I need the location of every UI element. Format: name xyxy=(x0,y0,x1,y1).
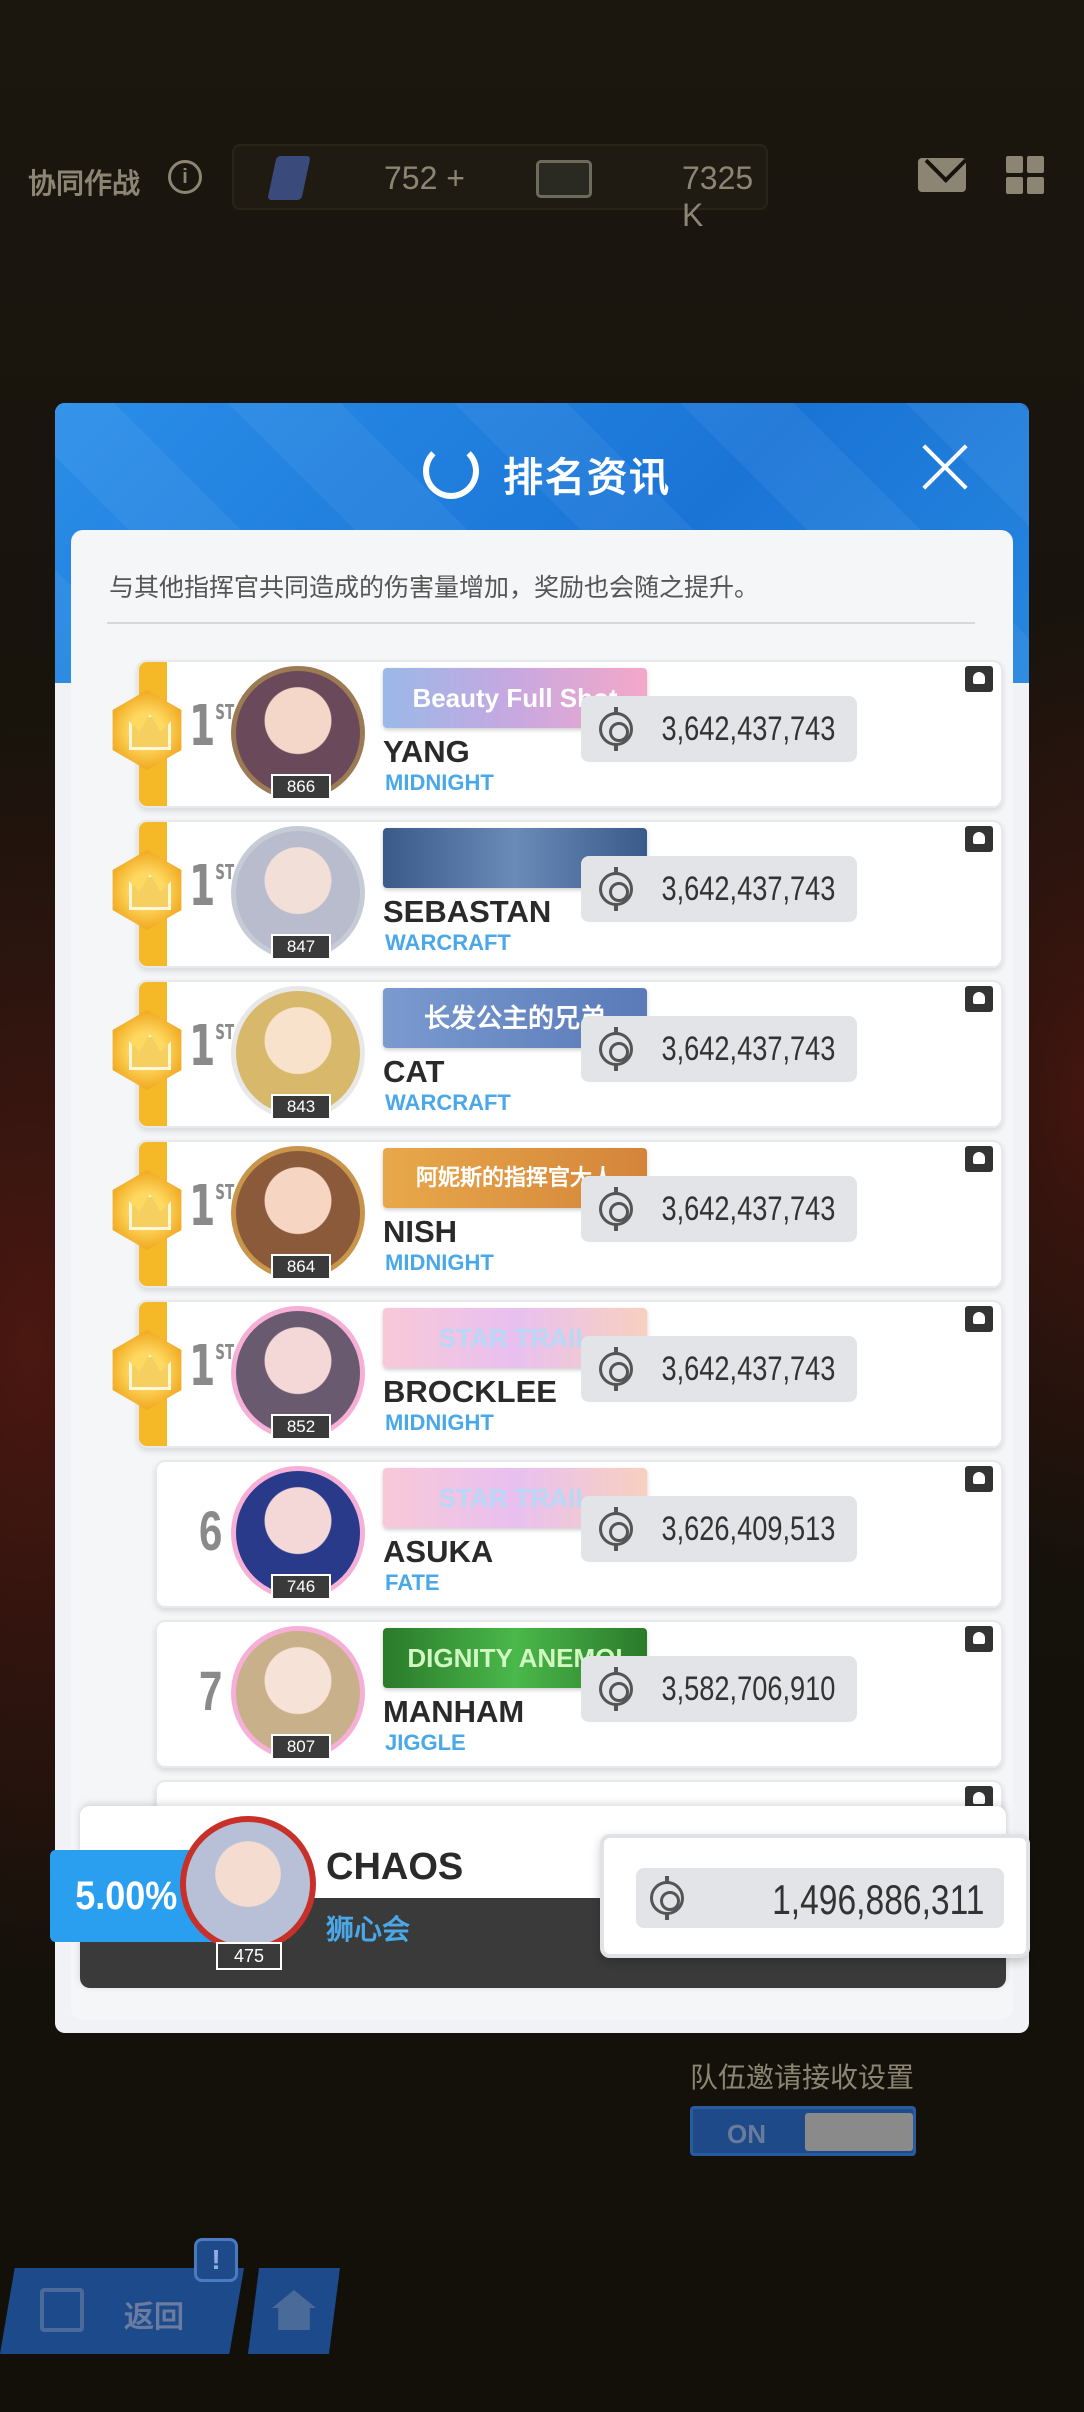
mail-icon[interactable] xyxy=(918,158,966,192)
toggle-on-label: ON xyxy=(727,2119,766,2149)
player-level: 864 xyxy=(271,1254,331,1280)
modal-title: 排名资讯 xyxy=(503,456,671,500)
ticket-value: 7325 K xyxy=(682,160,754,233)
rank-label: 1ST xyxy=(189,1014,235,1079)
report-icon[interactable] xyxy=(965,1306,993,1332)
grid-menu-icon[interactable] xyxy=(1006,156,1044,194)
invite-toggle[interactable]: ON xyxy=(690,2106,916,2156)
report-icon[interactable] xyxy=(965,826,993,852)
player-guild: MIDNIGHT xyxy=(385,1250,494,1275)
player-guild: JIGGLE xyxy=(385,1730,466,1755)
damage-score: 3,582,706,910 xyxy=(581,1656,857,1722)
report-icon[interactable] xyxy=(965,1466,993,1492)
player-name: BROCKLEE xyxy=(383,1374,557,1409)
player-guild: MIDNIGHT xyxy=(385,770,494,795)
rank-label: 1ST xyxy=(189,854,235,919)
self-guild: 狮心会 xyxy=(326,1914,411,1945)
laurel-icon xyxy=(423,443,479,499)
close-icon[interactable] xyxy=(917,439,973,495)
report-icon[interactable] xyxy=(965,986,993,1012)
player-name: CAT xyxy=(383,1054,445,1089)
target-icon xyxy=(599,1027,633,1071)
info-icon[interactable]: i xyxy=(168,160,202,194)
player-name: ASUKA xyxy=(383,1534,494,1569)
report-icon[interactable] xyxy=(965,1626,993,1652)
rank-label: 7 xyxy=(199,1659,223,1722)
ranking-row[interactable]: 1ST 864 阿妮斯的指挥官大人 NISH MIDNIGHT 3,642,43… xyxy=(112,1140,1003,1288)
target-icon xyxy=(599,1507,633,1551)
target-icon xyxy=(650,1876,684,1920)
player-guild: WARCRAFT xyxy=(385,930,511,955)
damage-score: 3,642,437,743 xyxy=(581,856,857,922)
player-name: NISH xyxy=(383,1214,458,1249)
report-icon[interactable] xyxy=(965,1146,993,1172)
damage-score: 3,642,437,743 xyxy=(581,1336,857,1402)
player-name: SEBASTAN xyxy=(383,894,552,929)
home-button[interactable] xyxy=(248,2268,340,2354)
rank-label: 1ST xyxy=(189,1174,235,1239)
target-icon xyxy=(599,867,633,911)
player-guild: FATE xyxy=(385,1570,440,1595)
player-level: 807 xyxy=(271,1734,331,1760)
player-guild: MIDNIGHT xyxy=(385,1410,494,1435)
damage-score: 3,642,437,743 xyxy=(581,1176,857,1242)
player-level: 847 xyxy=(271,934,331,960)
ticket-icon xyxy=(536,160,592,198)
player-name: YANG xyxy=(383,734,470,769)
target-icon xyxy=(599,1187,633,1231)
toggle-knob xyxy=(805,2113,913,2151)
ranking-row[interactable]: 1ST 852 STAR TRAIL BROCKLEE MIDNIGHT 3,6… xyxy=(112,1300,1003,1448)
ranking-row[interactable]: 1ST 847 SEBASTAN WARCRAFT 3,642,437,743 xyxy=(112,820,1003,968)
alert-badge-icon: ! xyxy=(194,2238,238,2282)
rank-label: 1ST xyxy=(189,1334,235,1399)
player-name: MANHAM xyxy=(383,1694,525,1729)
ranking-modal: 排名资讯 与其他指挥官共同造成的伤害量增加，奖励也会随之提升。 1ST 866 … xyxy=(55,403,1029,2033)
self-avatar[interactable] xyxy=(180,1816,316,1952)
ranking-row[interactable]: 7 807 DIGNITY ANEMOI MANHAM JIGGLE 3,582… xyxy=(155,1620,1003,1768)
rank-label: 6 xyxy=(199,1499,223,1562)
player-level: 843 xyxy=(271,1094,331,1120)
modal-body: 与其他指挥官共同造成的伤害量增加，奖励也会随之提升。 1ST 866 Beaut… xyxy=(71,530,1013,2020)
player-guild: WARCRAFT xyxy=(385,1090,511,1115)
target-icon xyxy=(599,1347,633,1391)
self-damage-score: 1,496,886,311 xyxy=(600,1834,1030,1958)
player-level: 866 xyxy=(271,774,331,800)
ranking-row[interactable]: 1ST 866 Beauty Full Shot YANG MIDNIGHT 3… xyxy=(112,660,1003,808)
damage-score: 3,642,437,743 xyxy=(581,1016,857,1082)
top-bar: 协同作战 i 752 + 7325 K xyxy=(0,140,1084,233)
gem-value[interactable]: 752 + xyxy=(384,160,465,197)
back-label: 返回 xyxy=(124,2301,184,2334)
player-level: 852 xyxy=(271,1414,331,1440)
gem-icon xyxy=(267,156,311,200)
player-level: 746 xyxy=(271,1574,331,1600)
report-icon[interactable] xyxy=(965,666,993,692)
damage-score: 3,626,409,513 xyxy=(581,1496,857,1562)
ranking-list[interactable]: 1ST 866 Beauty Full Shot YANG MIDNIGHT 3… xyxy=(71,530,1013,1930)
home-icon xyxy=(272,2290,316,2330)
rank-label: 1ST xyxy=(189,694,235,759)
currency-bar: 752 + 7325 K xyxy=(232,144,768,233)
damage-score: 3,642,437,743 xyxy=(581,696,857,762)
invite-setting-label: 队伍邀请接收设置 xyxy=(690,2062,915,2093)
self-name: CHAOS xyxy=(326,1846,464,1888)
target-icon xyxy=(599,707,633,751)
exit-icon xyxy=(40,2288,84,2332)
ranking-row[interactable]: 1ST 843 长发公主的兄弟 CAT WARCRAFT 3,642,437,7… xyxy=(112,980,1003,1128)
ranking-row[interactable]: 6 746 STAR TRAIL ASUKA FATE 3,626,409,51… xyxy=(155,1460,1003,1608)
target-icon xyxy=(599,1667,633,1711)
self-level: 475 xyxy=(216,1942,282,1970)
mode-title: 协同作战 xyxy=(28,168,141,199)
